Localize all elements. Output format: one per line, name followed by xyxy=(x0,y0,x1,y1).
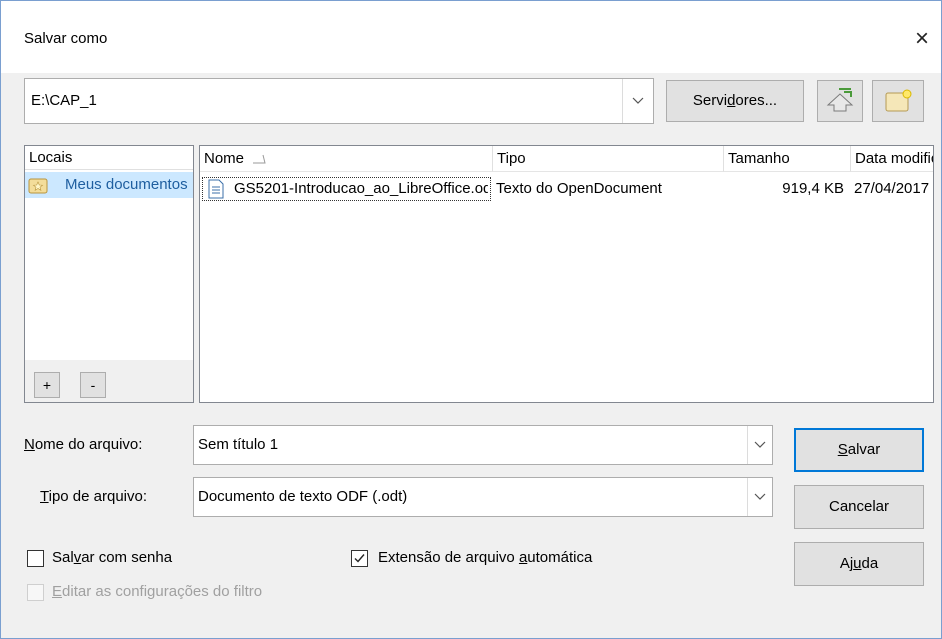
password-label-post: ar com senha xyxy=(81,549,173,566)
help-button[interactable]: Ajuda xyxy=(794,542,924,586)
chevron-down-icon[interactable] xyxy=(747,478,772,516)
auto-extension-checkbox[interactable] xyxy=(351,550,368,567)
col-header-name[interactable]: Nome xyxy=(200,146,493,172)
folder-up-icon xyxy=(826,88,854,112)
password-label: Salvar com senha xyxy=(52,549,172,566)
path-combobox[interactable]: E:\CAP_1 xyxy=(24,78,654,124)
help-label-pre: Aj xyxy=(839,555,854,572)
help-label-key: u xyxy=(853,555,862,572)
autoext-label-pre: Extensão de arquivo xyxy=(378,549,519,566)
places-item-label: Meus documentos xyxy=(65,176,188,193)
filetype-value: Documento de texto ODF (.odt) xyxy=(198,488,408,505)
help-label-post: da xyxy=(861,555,879,572)
password-label-pre: Sal xyxy=(52,549,74,566)
chevron-down-icon[interactable] xyxy=(747,426,772,464)
table-row[interactable]: GS5201-Introducao_ao_LibreOffice.odt Tex… xyxy=(200,177,933,201)
save-label-key: S xyxy=(837,441,848,458)
autoext-label-post: utomática xyxy=(527,549,593,566)
file-size: 919,4 KB xyxy=(782,180,844,197)
filename-combobox[interactable]: Sem título 1 xyxy=(193,425,773,465)
filter-settings-label: Editar as configurações do filtro xyxy=(52,583,262,600)
close-icon[interactable]: × xyxy=(908,25,936,53)
add-place-button[interactable]: + xyxy=(34,372,60,398)
places-panel: Locais Meus documentos + - xyxy=(24,145,194,403)
filename-value: Sem título 1 xyxy=(198,436,279,453)
auto-extension-label: Extensão de arquivo automática xyxy=(378,549,592,566)
file-type: Texto do OpenDocument xyxy=(496,180,662,197)
cancel-button[interactable]: Cancelar xyxy=(794,485,924,529)
checkmark-icon xyxy=(354,554,365,563)
col-header-name-label: Nome xyxy=(204,150,245,167)
save-button[interactable]: Salvar xyxy=(794,428,924,472)
servers-label-post: ores... xyxy=(735,92,778,109)
filename-label-key: N xyxy=(24,436,35,453)
filter-settings-checkbox[interactable] xyxy=(27,584,44,601)
filetype-combobox[interactable]: Documento de texto ODF (.odt) xyxy=(193,477,773,517)
filetype-label: Tipo de arquivo: xyxy=(40,488,147,505)
places-list xyxy=(25,170,193,360)
filename-label: Nome do arquivo: xyxy=(24,436,142,453)
password-checkbox[interactable] xyxy=(27,550,44,567)
col-header-size[interactable]: Tamanho xyxy=(724,146,851,172)
servers-button[interactable]: Servidores... xyxy=(666,80,804,122)
title-bar xyxy=(1,1,941,73)
folder-up-button[interactable] xyxy=(817,80,863,122)
star-folder-icon xyxy=(28,178,48,194)
filetype-label-key: T xyxy=(40,488,49,505)
filter-label-key: E xyxy=(52,583,63,600)
col-header-date[interactable]: Data modificação xyxy=(851,146,933,172)
places-header: Locais xyxy=(25,146,193,170)
new-folder-button[interactable] xyxy=(872,80,924,122)
servers-label-pre: Servi xyxy=(692,92,728,109)
remove-place-button[interactable]: - xyxy=(80,372,106,398)
save-label-rest: alvar xyxy=(847,441,881,458)
filename-label-rest: ome do arquivo: xyxy=(34,436,143,453)
window-title: Salvar como xyxy=(24,30,108,47)
filter-label-rest: ditar as configurações do filtro xyxy=(62,583,263,600)
file-name: GS5201-Introducao_ao_LibreOffice.odt xyxy=(234,180,488,197)
path-value: E:\CAP_1 xyxy=(31,92,97,109)
places-item-documents[interactable]: Meus documentos xyxy=(25,172,193,198)
new-folder-icon xyxy=(885,89,912,112)
file-date: 27/04/2017 xyxy=(854,180,930,197)
document-icon xyxy=(208,179,224,199)
sort-ascending-icon xyxy=(253,154,266,164)
chevron-down-icon[interactable] xyxy=(622,79,653,123)
file-list: Nome Tipo Tamanho Data modificação GS520… xyxy=(199,145,934,403)
filetype-label-rest: ipo de arquivo: xyxy=(48,488,148,505)
col-header-type[interactable]: Tipo xyxy=(493,146,724,172)
